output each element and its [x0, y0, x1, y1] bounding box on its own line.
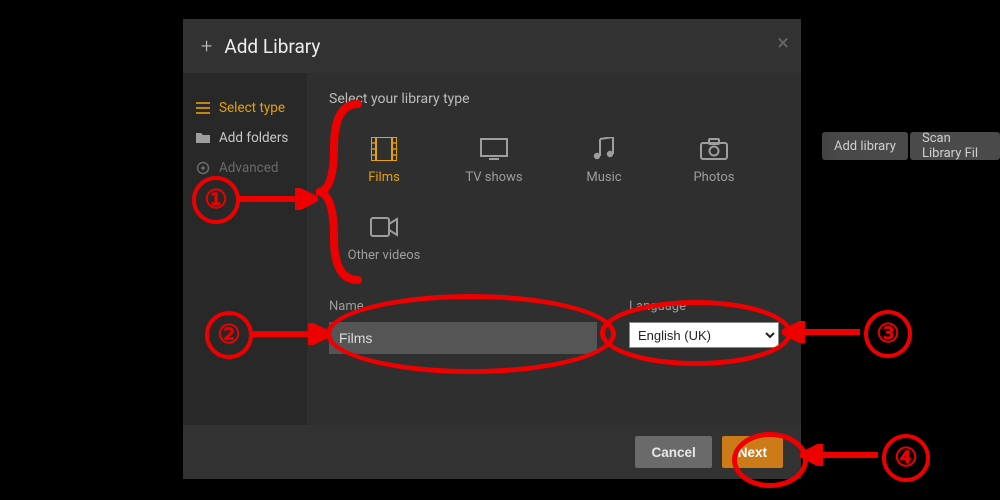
- modal-main: Select your library type Films TV shows: [307, 73, 801, 425]
- music-icon: [589, 136, 619, 162]
- sidebar-item-label: Select type: [219, 100, 285, 116]
- language-select[interactable]: English (UK): [629, 322, 779, 348]
- language-label: Language: [629, 299, 779, 314]
- modal-title: Add Library: [224, 35, 320, 58]
- cancel-button[interactable]: Cancel: [635, 436, 711, 468]
- sidebar-item-advanced[interactable]: Advanced: [183, 153, 307, 183]
- add-library-modal: + Add Library × Select type Add folders: [183, 19, 801, 479]
- library-type-other-videos[interactable]: Other videos: [329, 199, 439, 277]
- library-type-label: TV shows: [465, 170, 522, 185]
- library-type-films[interactable]: Films: [329, 121, 439, 199]
- folder-icon: [195, 131, 210, 146]
- next-button[interactable]: Next: [722, 436, 783, 468]
- library-type-tv[interactable]: TV shows: [439, 121, 549, 199]
- sidebar-item-label: Add folders: [219, 130, 288, 146]
- library-type-label: Music: [586, 170, 621, 185]
- sidebar-item-label: Advanced: [219, 160, 279, 176]
- modal-sidebar: Select type Add folders Advanced: [183, 73, 307, 425]
- film-icon: [369, 136, 399, 162]
- library-type-grid: Films TV shows Music: [329, 121, 779, 277]
- close-icon[interactable]: ×: [777, 31, 789, 56]
- modal-header: + Add Library ×: [183, 19, 801, 73]
- library-name-input[interactable]: [329, 322, 597, 354]
- list-icon: [195, 101, 210, 116]
- name-field: Name: [329, 299, 597, 354]
- annotation-arrow-4: [800, 444, 880, 466]
- tv-icon: [479, 136, 509, 162]
- video-icon: [369, 214, 399, 240]
- modal-footer: Cancel Next: [183, 425, 801, 479]
- name-label: Name: [329, 299, 597, 314]
- library-type-music[interactable]: Music: [549, 121, 659, 199]
- sidebar-item-select-type[interactable]: Select type: [183, 93, 307, 123]
- gear-icon: [195, 161, 210, 176]
- scan-library-button[interactable]: Scan Library Fil: [910, 132, 1000, 160]
- library-type-photos[interactable]: Photos: [659, 121, 769, 199]
- annotation-marker-4: ④: [882, 434, 930, 482]
- language-field: Language English (UK): [629, 299, 779, 354]
- plus-icon: +: [201, 34, 212, 58]
- library-type-label: Other videos: [348, 248, 421, 263]
- camera-icon: [699, 136, 729, 162]
- library-type-label: Films: [368, 170, 400, 185]
- add-library-button[interactable]: Add library: [822, 132, 908, 160]
- library-type-prompt: Select your library type: [329, 91, 779, 107]
- library-type-label: Photos: [693, 170, 734, 185]
- sidebar-item-add-folders[interactable]: Add folders: [183, 123, 307, 153]
- annotation-marker-3: ③: [864, 310, 912, 358]
